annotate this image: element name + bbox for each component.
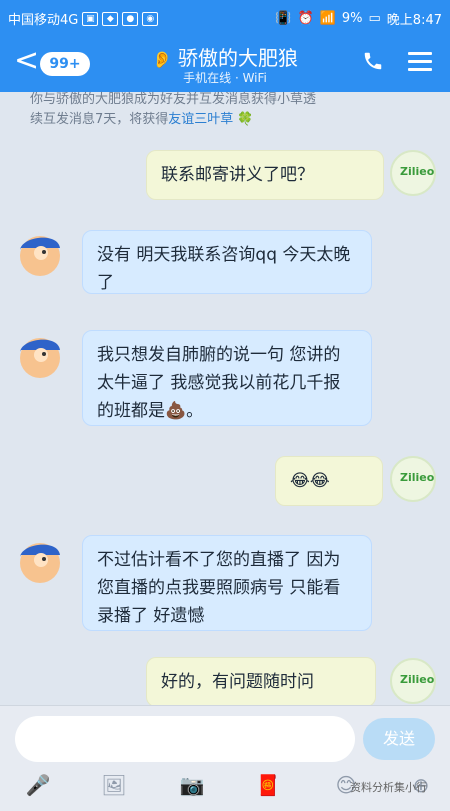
red-packet-icon[interactable]: 🧧: [252, 772, 284, 798]
friendship-link[interactable]: 友谊三叶草: [168, 112, 233, 127]
menu-icon[interactable]: [408, 52, 432, 71]
alipay-icon: ◉: [142, 11, 159, 26]
app-icon: ▣: [82, 11, 99, 26]
shield-icon: ◆: [102, 11, 119, 26]
vibrate-icon: 📳: [275, 11, 292, 26]
time: 晚上8:47: [386, 13, 442, 28]
image-icon[interactable]: 🖼: [98, 772, 130, 798]
carrier: 中国移动4G: [8, 13, 79, 28]
microphone-icon[interactable]: 🎤: [22, 772, 54, 798]
notice-line-2: 续互发消息7天，将获得友谊三叶草 🍀: [30, 112, 254, 127]
battery: 9%: [341, 11, 363, 26]
avatar-self-3[interactable]: Zilieo: [390, 658, 436, 704]
status-bar: 中国移动4G ▣ ◆ ● ◉ 📳 ⏰ 📶 9% ▭ 晚上8:47: [0, 0, 450, 34]
avatar-friend-1[interactable]: [15, 228, 65, 278]
avatar-self-1[interactable]: Zilieo: [390, 150, 436, 196]
message-bubble-2: 没有 明天我联系咨询qq 今天太晚了: [82, 230, 372, 294]
avatar-friend-2[interactable]: [15, 330, 65, 380]
message-bubble-1: 联系邮寄讲义了吧？: [146, 150, 384, 200]
ear-icon: 👂: [152, 50, 172, 69]
message-composer: 发送 🎤 🖼 📷 🧧 😊 ⊕: [0, 705, 450, 811]
friendship-notice: 你与骄傲的大肥狼成为好友并互发消息获得小草透 续互发消息7天，将获得友谊三叶草 …: [30, 90, 430, 130]
qq-icon: ●: [122, 11, 139, 26]
camera-icon[interactable]: 📷: [176, 772, 208, 798]
message-input[interactable]: [15, 716, 355, 762]
chat-header: < 99+ 👂 骄傲的大肥狼 手机在线 · WiFi: [0, 34, 450, 92]
message-bubble-6: 好的，有问题随时问: [146, 657, 376, 707]
battery-icon: ▭: [368, 11, 381, 26]
avatar-friend-3[interactable]: [15, 535, 65, 585]
avatar-self-2[interactable]: Zilieo: [390, 456, 436, 502]
watermark: 资料分析集小行: [350, 781, 427, 794]
send-button[interactable]: 发送: [363, 718, 435, 760]
notice-line-1: 你与骄傲的大肥狼成为好友并互发消息获得小草透: [30, 92, 317, 107]
alarm-icon: ⏰: [297, 11, 314, 26]
wifi-icon: 📶: [319, 11, 336, 26]
message-bubble-3: 我只想发自肺腑的说一句 您讲的太牛逼了 我感觉我以前花几千报的班都是💩。: [82, 330, 372, 426]
phone-icon[interactable]: [362, 50, 384, 72]
message-bubble-4: 😂😂: [275, 456, 383, 506]
message-bubble-5: 不过估计看不了您的直播了 因为您直播的点我要照顾病号 只能看录播了 好遗憾: [82, 535, 372, 631]
